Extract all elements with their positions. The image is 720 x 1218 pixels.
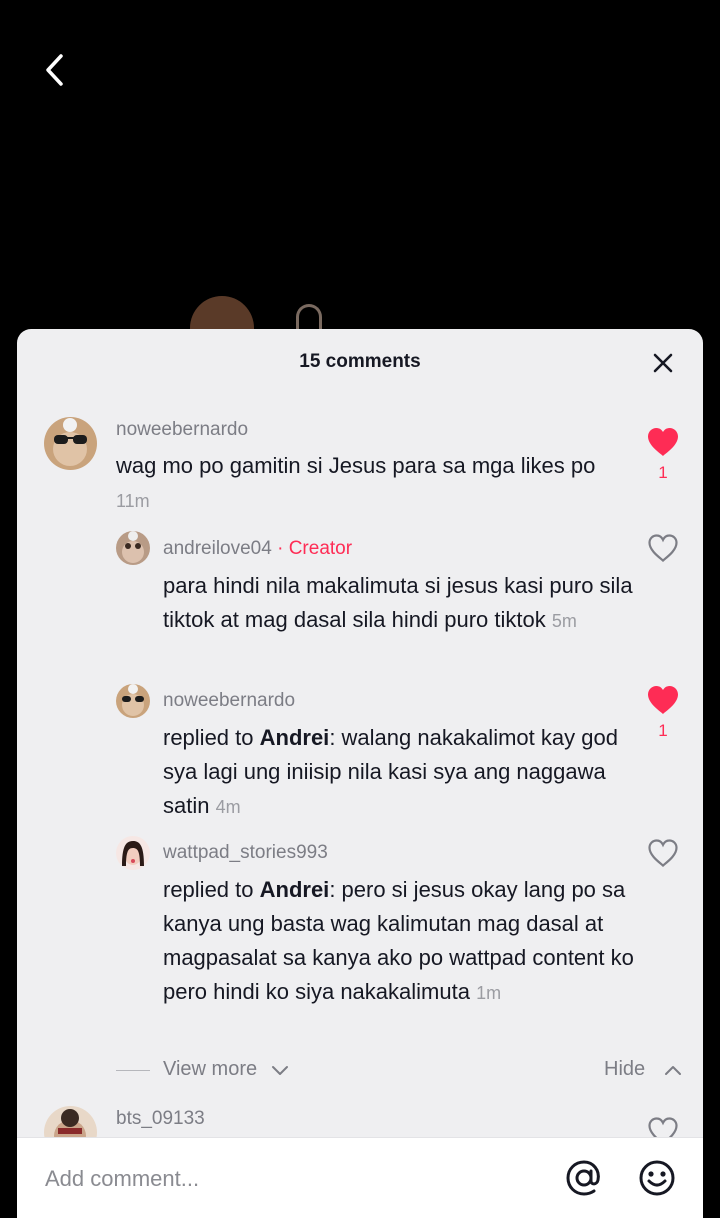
back-button[interactable] <box>36 50 76 90</box>
comment-username[interactable]: bts_09133 <box>116 1108 205 1130</box>
avatar[interactable] <box>44 417 97 470</box>
reply-mention[interactable]: Andrei <box>260 725 330 750</box>
reply-text: para hindi nila makalimuta si jesus kasi… <box>163 573 633 632</box>
like-count: 1 <box>658 721 668 740</box>
hide-replies-button[interactable]: Hide <box>604 1058 645 1081</box>
like-button[interactable]: 1 <box>646 427 680 483</box>
close-icon <box>653 353 673 373</box>
comments-header: 15 comments <box>17 329 703 395</box>
add-comment-input[interactable] <box>45 1164 525 1194</box>
emoji-button[interactable] <box>636 1157 678 1199</box>
creator-badge: · Creator <box>277 538 353 559</box>
comment-timestamp: 11m <box>116 491 150 511</box>
divider <box>116 1070 150 1071</box>
reply-username[interactable]: wattpad_stories993 <box>163 842 328 864</box>
comments-sheet: 15 comments noweebernardo wag mo po gami… <box>17 329 703 1218</box>
comments-count-title: 15 comments <box>299 351 421 372</box>
heart-filled-icon <box>648 428 678 456</box>
emoji-icon <box>639 1160 675 1196</box>
heart-outline-icon <box>648 534 678 562</box>
reply-mention[interactable]: Andrei <box>260 877 330 902</box>
mention-button[interactable] <box>563 1157 605 1199</box>
like-button[interactable]: 1 <box>646 685 680 741</box>
chevron-left-icon <box>46 54 63 86</box>
close-button[interactable] <box>649 349 677 377</box>
reply-username[interactable]: andreilove04 · Creator <box>163 538 352 560</box>
avatar[interactable] <box>116 684 150 718</box>
avatar[interactable] <box>116 531 150 565</box>
like-count: 1 <box>658 463 668 482</box>
at-sign-icon <box>566 1160 600 1196</box>
reply-text: replied to Andrei: walang nakakalimot ka… <box>163 725 618 818</box>
like-button[interactable] <box>646 533 680 563</box>
reply-timestamp: 4m <box>215 797 241 817</box>
comment-username[interactable]: noweebernardo <box>116 419 248 441</box>
reply-timestamp: 5m <box>551 611 577 631</box>
reply-text: replied to Andrei: pero si jesus okay la… <box>163 877 634 1004</box>
reply-timestamp: 1m <box>476 983 502 1003</box>
avatar[interactable] <box>116 836 150 870</box>
heart-outline-icon <box>648 839 678 867</box>
chevron-down-icon <box>272 1066 288 1075</box>
replies-controls: View more Hide <box>116 1058 691 1088</box>
comment-input-bar <box>17 1137 703 1218</box>
heart-filled-icon <box>648 686 678 714</box>
chevron-up-icon <box>665 1066 681 1075</box>
like-button[interactable] <box>646 838 680 868</box>
comment-text: wag mo po gamitin si Jesus para sa mga l… <box>116 453 596 511</box>
view-more-button[interactable]: View more <box>163 1058 257 1081</box>
reply-username[interactable]: noweebernardo <box>163 690 295 712</box>
